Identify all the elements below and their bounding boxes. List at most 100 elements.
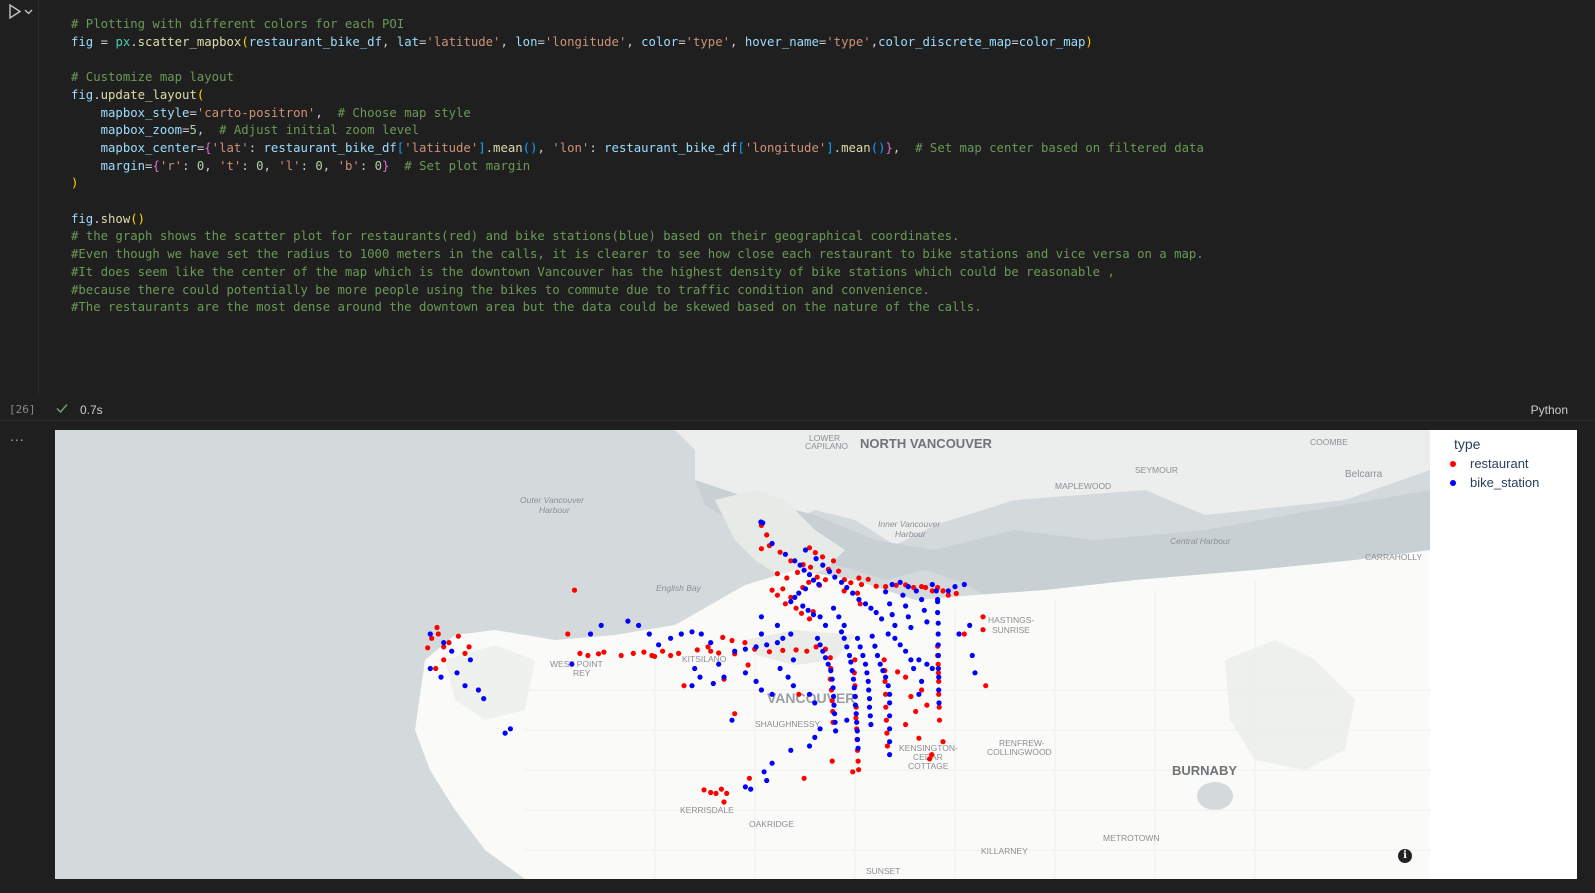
bike_station-point[interactable] — [885, 683, 891, 689]
restaurant-point[interactable] — [713, 790, 719, 796]
restaurant-point[interactable] — [961, 631, 967, 637]
restaurant-point[interactable] — [908, 693, 914, 700]
bike_station-point[interactable] — [769, 760, 775, 766]
bike_station-point[interactable] — [919, 678, 925, 684]
bike_station-point[interactable] — [788, 631, 794, 637]
bike_station-point[interactable] — [935, 665, 942, 672]
restaurant-point[interactable] — [940, 588, 946, 594]
bike_station-point[interactable] — [967, 622, 973, 628]
restaurant-point[interactable] — [694, 647, 700, 653]
bike_station-point[interactable] — [689, 683, 695, 689]
restaurant-point[interactable] — [796, 691, 802, 697]
bike_station-point[interactable] — [866, 704, 873, 710]
code-line[interactable] — [71, 51, 1204, 69]
bike_station-point[interactable] — [838, 579, 845, 585]
bike_station-point[interactable] — [830, 693, 837, 700]
bike_station-point[interactable] — [929, 581, 935, 588]
restaurant-point[interactable] — [758, 546, 765, 552]
bike_station-point[interactable] — [438, 674, 444, 680]
bike_station-point[interactable] — [817, 642, 823, 648]
bike_station-point[interactable] — [844, 644, 850, 650]
code-line[interactable]: mapbox_center={'lat': restaurant_bike_df… — [71, 140, 1204, 158]
bike_station-point[interactable] — [441, 640, 447, 646]
bike_station-point[interactable] — [668, 635, 674, 641]
bike_station-point[interactable] — [801, 567, 807, 573]
bike_station-point[interactable] — [933, 588, 939, 594]
bike_station-point[interactable] — [774, 640, 781, 646]
restaurant-point[interactable] — [895, 669, 901, 675]
bike_station-point[interactable] — [833, 728, 839, 734]
language-selector[interactable]: Python — [1531, 403, 1568, 417]
output-more-button[interactable]: ... — [10, 429, 25, 443]
bike_station-point[interactable] — [866, 696, 873, 702]
bike_station-point[interactable] — [956, 631, 962, 637]
bike_station-point[interactable] — [769, 691, 775, 697]
bike_station-point[interactable] — [742, 784, 749, 790]
bike_station-point[interactable] — [822, 622, 829, 628]
bike_station-point[interactable] — [889, 612, 895, 618]
restaurant-point[interactable] — [923, 584, 929, 591]
bike_station-point[interactable] — [826, 568, 833, 575]
restaurant-point[interactable] — [784, 575, 790, 581]
bike_station-point[interactable] — [812, 700, 818, 706]
restaurant-point[interactable] — [903, 674, 909, 680]
legend-item-bike-station[interactable]: bike_station — [1450, 475, 1539, 490]
bike_station-point[interactable] — [828, 668, 834, 674]
restaurant-point[interactable] — [812, 550, 818, 556]
bike_station-point[interactable] — [777, 665, 783, 672]
bike_station-point[interactable] — [887, 752, 893, 758]
restaurant-point[interactable] — [732, 711, 738, 717]
bike_station-point[interactable] — [935, 609, 941, 616]
bike_station-point[interactable] — [716, 661, 722, 667]
bike_station-point[interactable] — [760, 520, 766, 526]
code-line[interactable]: fig.update_layout( — [71, 87, 1204, 105]
bike_station-point[interactable] — [905, 614, 911, 620]
bike_station-point[interactable] — [780, 635, 786, 641]
restaurant-point[interactable] — [829, 758, 835, 764]
bike_station-point[interactable] — [883, 589, 889, 595]
restaurant-point[interactable] — [425, 645, 431, 651]
restaurant-point[interactable] — [883, 704, 889, 710]
restaurant-point[interactable] — [708, 648, 714, 654]
restaurant-point[interactable] — [777, 549, 783, 555]
restaurant-point[interactable] — [822, 577, 829, 583]
bike_station-point[interactable] — [792, 558, 798, 564]
bike_station-point[interactable] — [792, 594, 798, 600]
bike_station-point[interactable] — [862, 661, 869, 667]
bike_station-point[interactable] — [935, 631, 941, 637]
restaurant-point[interactable] — [434, 624, 440, 631]
info-icon[interactable]: i — [1398, 849, 1412, 863]
bike_station-point[interactable] — [462, 683, 468, 689]
bike_station-point[interactable] — [810, 612, 817, 618]
bike_station-point[interactable] — [832, 711, 838, 717]
bike_station-point[interactable] — [788, 599, 794, 605]
bike_station-point[interactable] — [507, 726, 513, 732]
bike_station-point[interactable] — [883, 674, 889, 680]
code-text[interactable]: # Plotting with different colors for eac… — [71, 16, 1204, 317]
restaurant-point[interactable] — [676, 650, 682, 656]
restaurant-point[interactable] — [766, 649, 773, 655]
bike_station-point[interactable] — [758, 687, 765, 693]
code-line[interactable]: # the graph shows the scatter plot for r… — [71, 228, 1204, 246]
restaurant-point[interactable] — [668, 652, 674, 659]
restaurant-point[interactable] — [705, 644, 711, 650]
bike_station-point[interactable] — [812, 734, 818, 740]
bike_station-point[interactable] — [935, 642, 941, 648]
code-line[interactable]: # Customize map layout — [71, 69, 1204, 87]
bike_station-point[interactable] — [646, 631, 652, 637]
restaurant-point[interactable] — [595, 651, 602, 657]
bike_station-point[interactable] — [869, 633, 875, 639]
restaurant-point[interactable] — [873, 583, 879, 589]
bike_station-point[interactable] — [860, 652, 866, 659]
bike_station-point[interactable] — [885, 631, 891, 637]
restaurant-point[interactable] — [884, 730, 890, 736]
bike_station-point[interactable] — [820, 562, 826, 568]
bike_station-point[interactable] — [753, 678, 759, 684]
restaurant-point[interactable] — [936, 717, 943, 723]
code-line[interactable] — [71, 193, 1204, 211]
code-line[interactable]: #Even though we have set the radius to 1… — [71, 246, 1204, 264]
bike_station-point[interactable] — [857, 644, 863, 650]
code-cell-editor[interactable]: # Plotting with different colors for eac… — [38, 0, 1595, 394]
restaurant-point[interactable] — [729, 637, 735, 644]
bike_station-point[interactable] — [788, 747, 794, 753]
